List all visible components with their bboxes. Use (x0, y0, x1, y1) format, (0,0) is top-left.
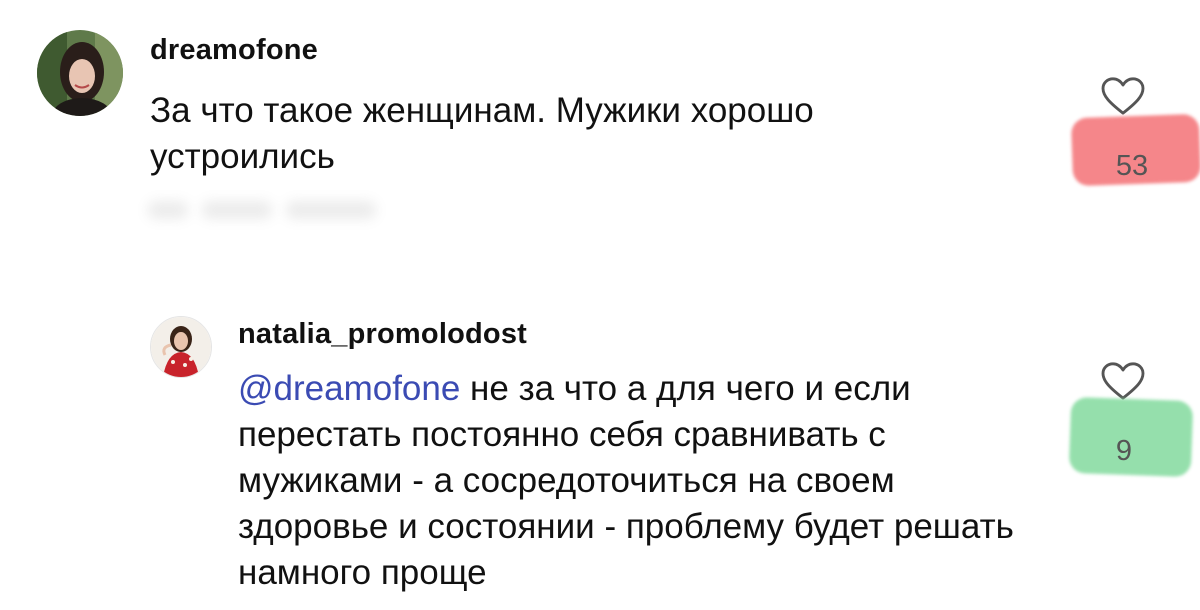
blurred-reply-link (148, 196, 398, 224)
likes-count: 9 (1115, 435, 1133, 467)
heart-outline-icon[interactable] (1100, 76, 1146, 116)
avatar-image (37, 30, 123, 116)
avatar-image (151, 317, 211, 377)
like-control[interactable]: 9 (1060, 355, 1200, 485)
avatar[interactable] (37, 30, 123, 116)
comments-screen: dreamofone За что такое женщинам. Мужики… (0, 0, 1200, 610)
comment-text: За что такое женщинам. Мужики хорошо уст… (150, 88, 980, 180)
heart-outline-icon[interactable] (1100, 361, 1146, 401)
comment-text: @dreamofone не за что а для чего и если … (238, 366, 1028, 596)
comment-username[interactable]: natalia_promolodost (238, 318, 527, 351)
like-control[interactable]: 53 (1060, 70, 1200, 200)
mention-link[interactable]: @dreamofone (238, 369, 460, 408)
comment-body: За что такое женщинам. Мужики хорошо уст… (150, 91, 814, 176)
avatar[interactable] (150, 316, 212, 378)
comment-username[interactable]: dreamofone (150, 34, 318, 67)
likes-count: 53 (1115, 150, 1149, 182)
